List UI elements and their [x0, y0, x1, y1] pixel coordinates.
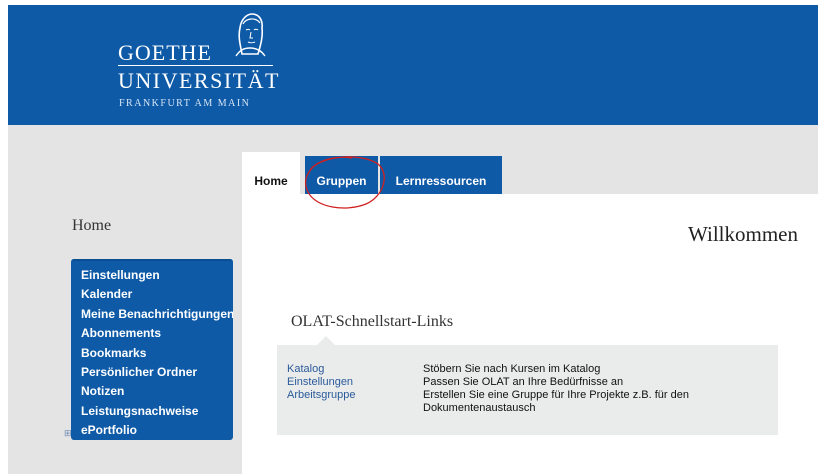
link-description: Erstellen Sie eine Gruppe für Ihre Proje…: [423, 389, 689, 414]
highlight-circle: [304, 156, 385, 209]
logo-goethe-text: GOETHE: [118, 40, 212, 65]
link-description: Passen Sie OLAT an Ihre Bedürfnisse an: [423, 376, 624, 388]
welcome-heading: Willkommen: [688, 222, 798, 246]
sidebar-item-abonnements[interactable]: Abonnements: [81, 324, 233, 343]
quickstart-title: OLAT-Schnellstart-Links: [291, 313, 454, 330]
sidebar-title: Home: [72, 217, 112, 234]
link-description: Stöbern Sie nach Kursen im Katalog: [423, 363, 601, 375]
link-arbeitsgruppe[interactable]: Arbeitsgruppe: [287, 389, 356, 402]
tab-lernressourcen[interactable]: Lernressourcen: [380, 156, 502, 194]
tab-home[interactable]: Home: [242, 152, 300, 194]
sidebar-item-notizen[interactable]: Notizen: [81, 382, 233, 401]
goethe-portrait-icon: [235, 13, 266, 57]
sidebar-item-einstellungen[interactable]: Einstellungen: [81, 266, 233, 285]
sidebar-item-bookmarks[interactable]: Bookmarks: [81, 344, 233, 363]
logo-divider: [118, 65, 273, 66]
sidebar-item-eportfolio[interactable]: ePortfolio: [81, 421, 233, 440]
link-einstellungen[interactable]: Einstellungen: [287, 376, 353, 389]
expand-icon[interactable]: ⊞: [64, 428, 72, 439]
sidebar-item-persoenlicher-ordner[interactable]: Persönlicher Ordner: [81, 363, 233, 382]
sidebar-item-benachrichtigungen[interactable]: Meine Benachrichtigungen: [81, 305, 233, 324]
header-banner: GOETHE UNIVERSITÄT FRANKFURT AM MAIN: [8, 5, 818, 125]
quickstart-box: Katalog Stöbern Sie nach Kursen im Katal…: [277, 336, 778, 435]
sidebar-item-kalender[interactable]: Kalender: [81, 285, 233, 304]
left-column: Home Einstellungen Kalender Meine Benach…: [8, 125, 242, 474]
link-katalog[interactable]: Katalog: [287, 363, 324, 376]
sidebar-menu: Einstellungen Kalender Meine Benachricht…: [71, 259, 233, 440]
logo-university-text: UNIVERSITÄT: [118, 68, 280, 93]
sidebar-item-leistungsnachweise[interactable]: Leistungsnachweise: [81, 402, 233, 421]
university-logo[interactable]: GOETHE UNIVERSITÄT FRANKFURT AM MAIN: [115, 10, 295, 120]
box-pointer: [317, 336, 335, 345]
logo-city-text: FRANKFURT AM MAIN: [119, 98, 251, 109]
